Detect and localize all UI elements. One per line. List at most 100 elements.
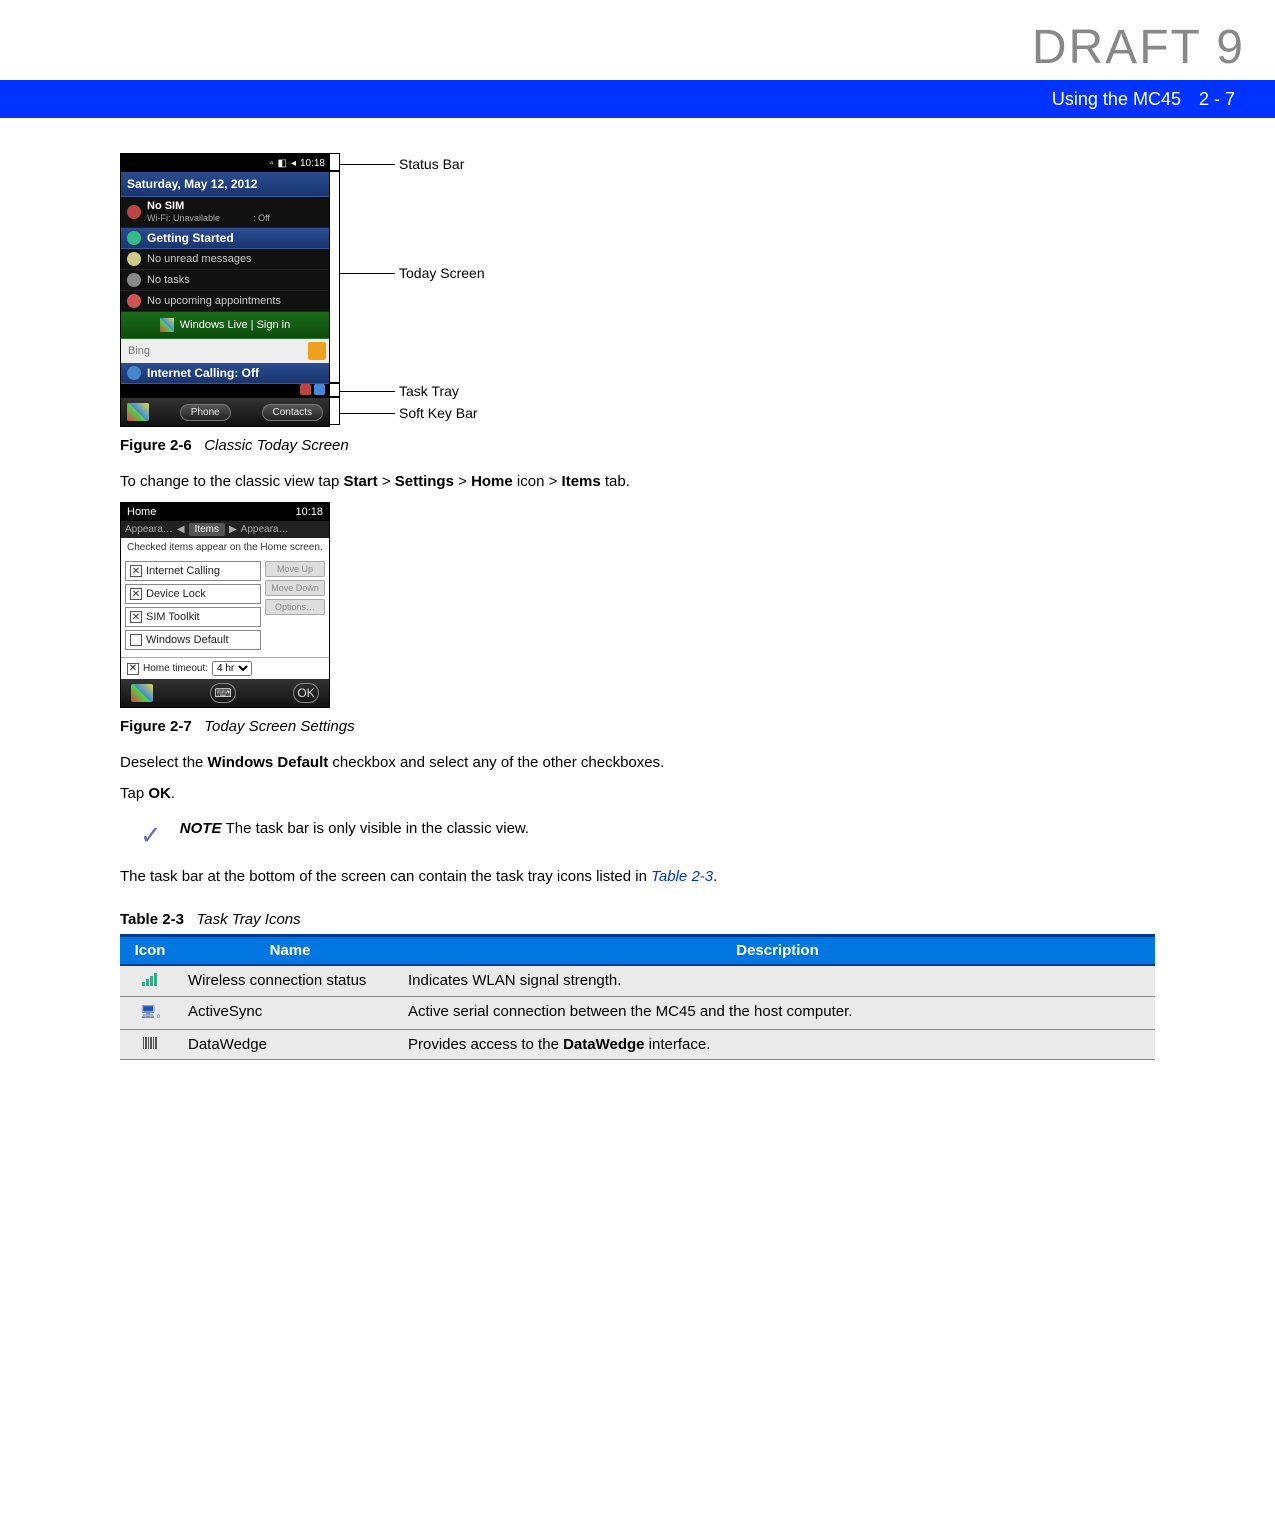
table-row: Wireless connection status Indicates WLA… <box>120 965 1155 997</box>
sim-status-row: No SIM Wi-Fi: Unavailable : Off <box>121 197 329 228</box>
instruction-change-view: To change to the classic view tap Start … <box>120 472 1155 492</box>
callout-task-tray: Task Tray <box>399 383 459 399</box>
gs-icon <box>127 231 141 245</box>
page-header-bar: Using the MC45 2 - 7 <box>0 80 1275 118</box>
list-item[interactable]: ✕Device Lock <box>125 584 261 604</box>
unread-text: No unread messages <box>147 253 252 265</box>
checkbox[interactable]: ✕ <box>130 611 142 623</box>
settings-tabbar: Appeara… ◀ Items ▶ Appeara… <box>121 521 329 538</box>
gs-text: Getting Started <box>147 231 234 245</box>
checkbox[interactable] <box>130 634 142 646</box>
table-row: 🖥▫ ActiveSync Active serial connection b… <box>120 997 1155 1030</box>
cell-name: ActiveSync <box>180 997 400 1030</box>
wifi-signal-icon <box>142 972 158 990</box>
wifi-status: Wi-Fi: Unavailable <box>147 213 220 223</box>
sim-icon <box>127 205 141 219</box>
page-header-title: Using the MC45 <box>1052 89 1181 110</box>
arrow-right-icon: ▶ <box>229 524 237 535</box>
status-bar: ▫ ◧ ◂ 10:18 <box>121 154 329 172</box>
tab-appearance-left[interactable]: Appeara… <box>125 524 173 535</box>
settings-footer: ✕ Home timeout: 4 hr <box>121 657 329 679</box>
tray-icon-2 <box>314 384 325 395</box>
th-icon: Icon <box>120 936 180 966</box>
figure-2-6: ▫ ◧ ◂ 10:18 Saturday, May 12, 2012 No SI… <box>120 153 1155 427</box>
checkbox[interactable]: ✕ <box>130 565 142 577</box>
tasks-row: No tasks <box>121 270 329 291</box>
figure-2-7-caption: Figure 2-7 Today Screen Settings <box>120 718 1155 735</box>
cell-desc: Active serial connection between the MC4… <box>400 997 1155 1030</box>
wlive-text: Windows Live | Sign in <box>180 319 290 331</box>
tab-appearance-right[interactable]: Appeara… <box>241 524 289 535</box>
note-text: The task bar is only visible in the clas… <box>226 820 529 837</box>
keyboard-icon: ⌨ <box>214 686 231 700</box>
appt-text: No upcoming appointments <box>147 295 281 307</box>
tab-items[interactable]: Items <box>189 523 225 536</box>
intcall-icon <box>127 366 141 380</box>
windows-logo-icon <box>160 318 174 332</box>
bing-search-button[interactable] <box>308 342 326 360</box>
tray-icon-1 <box>300 384 311 395</box>
timeout-label: Home timeout: <box>143 663 208 674</box>
start-button[interactable] <box>131 684 153 702</box>
phone-softkey[interactable]: Phone <box>180 404 231 421</box>
network-icon: ◧ <box>277 158 286 169</box>
note-label: NOTE <box>180 820 222 837</box>
th-description: Description <box>400 936 1155 966</box>
settings-titlebar: Home 10:18 <box>121 503 329 521</box>
instruction-deselect: Deselect the Windows Default checkbox an… <box>120 753 1155 773</box>
draft-watermark: DRAFT 9 <box>1032 20 1245 75</box>
settings-title: Home <box>127 506 156 518</box>
cell-desc: Indicates WLAN signal strength. <box>400 965 1155 997</box>
device-screenshot-today: ▫ ◧ ◂ 10:18 Saturday, May 12, 2012 No SI… <box>120 153 330 427</box>
settings-clock: 10:18 <box>295 506 323 518</box>
appointments-row: No upcoming appointments <box>121 291 329 312</box>
bing-search-row <box>121 339 329 363</box>
windows-live-row: Windows Live | Sign in <box>121 312 329 339</box>
cell-desc: Provides access to the DataWedge interfa… <box>400 1029 1155 1059</box>
arrow-left-icon: ◀ <box>177 524 185 535</box>
callout-today-screen: Today Screen <box>399 265 485 281</box>
keyboard-button[interactable]: ⌨ <box>210 683 236 703</box>
checkmark-icon: ✓ <box>140 820 162 851</box>
list-item[interactable]: ✕Internet Calling <box>125 561 261 581</box>
timeout-checkbox[interactable]: ✕ <box>127 663 139 675</box>
date-row: Saturday, May 12, 2012 <box>121 172 329 197</box>
activesync-icon: 🖥▫ <box>140 1004 160 1019</box>
bt-status: : Off <box>253 213 270 223</box>
callout-soft-key-bar: Soft Key Bar <box>399 405 478 421</box>
move-up-button[interactable]: Move Up <box>265 561 325 577</box>
mail-icon <box>127 252 141 266</box>
soft-key-bar: Phone Contacts <box>121 398 329 426</box>
move-down-button[interactable]: Move Down <box>265 580 325 596</box>
figure-2-6-caption: Figure 2-6 Classic Today Screen <box>120 437 1155 454</box>
bing-search-input[interactable] <box>124 343 308 359</box>
tasks-icon <box>127 273 141 287</box>
callout-status-bar: Status Bar <box>399 156 464 172</box>
cell-name: DataWedge <box>180 1029 400 1059</box>
ok-button[interactable]: OK <box>293 683 319 703</box>
timeout-select[interactable]: 4 hr <box>212 661 252 676</box>
signal-icon: ▫ <box>270 158 274 169</box>
settings-item-list: ✕Internet Calling ✕Device Lock ✕SIM Tool… <box>125 561 261 653</box>
settings-hint: Checked items appear on the Home screen. <box>121 538 329 557</box>
internet-calling-row: Internet Calling: Off <box>121 363 329 384</box>
table-row: DataWedge Provides access to the DataWed… <box>120 1029 1155 1059</box>
tasks-text: No tasks <box>147 274 190 286</box>
getting-started-row: Getting Started <box>121 228 329 249</box>
options-button[interactable]: Options… <box>265 599 325 615</box>
list-item[interactable]: ✕SIM Toolkit <box>125 607 261 627</box>
cell-name: Wireless connection status <box>180 965 400 997</box>
date-text: Saturday, May 12, 2012 <box>127 177 258 191</box>
contacts-softkey[interactable]: Contacts <box>262 404 323 421</box>
start-button[interactable] <box>127 403 149 421</box>
page-header-pagenum: 2 - 7 <box>1199 89 1235 110</box>
list-item[interactable]: Windows Default <box>125 630 261 650</box>
clock-text: 10:18 <box>300 158 325 169</box>
task-tray <box>121 384 329 398</box>
checkbox[interactable]: ✕ <box>130 588 142 600</box>
table-2-3-link[interactable]: Table 2-3 <box>651 868 713 885</box>
volume-icon: ◂ <box>291 158 296 169</box>
th-name: Name <box>180 936 400 966</box>
intcall-text: Internet Calling: Off <box>147 366 259 380</box>
note-block: ✓ NOTE The task bar is only visible in t… <box>140 820 1155 851</box>
